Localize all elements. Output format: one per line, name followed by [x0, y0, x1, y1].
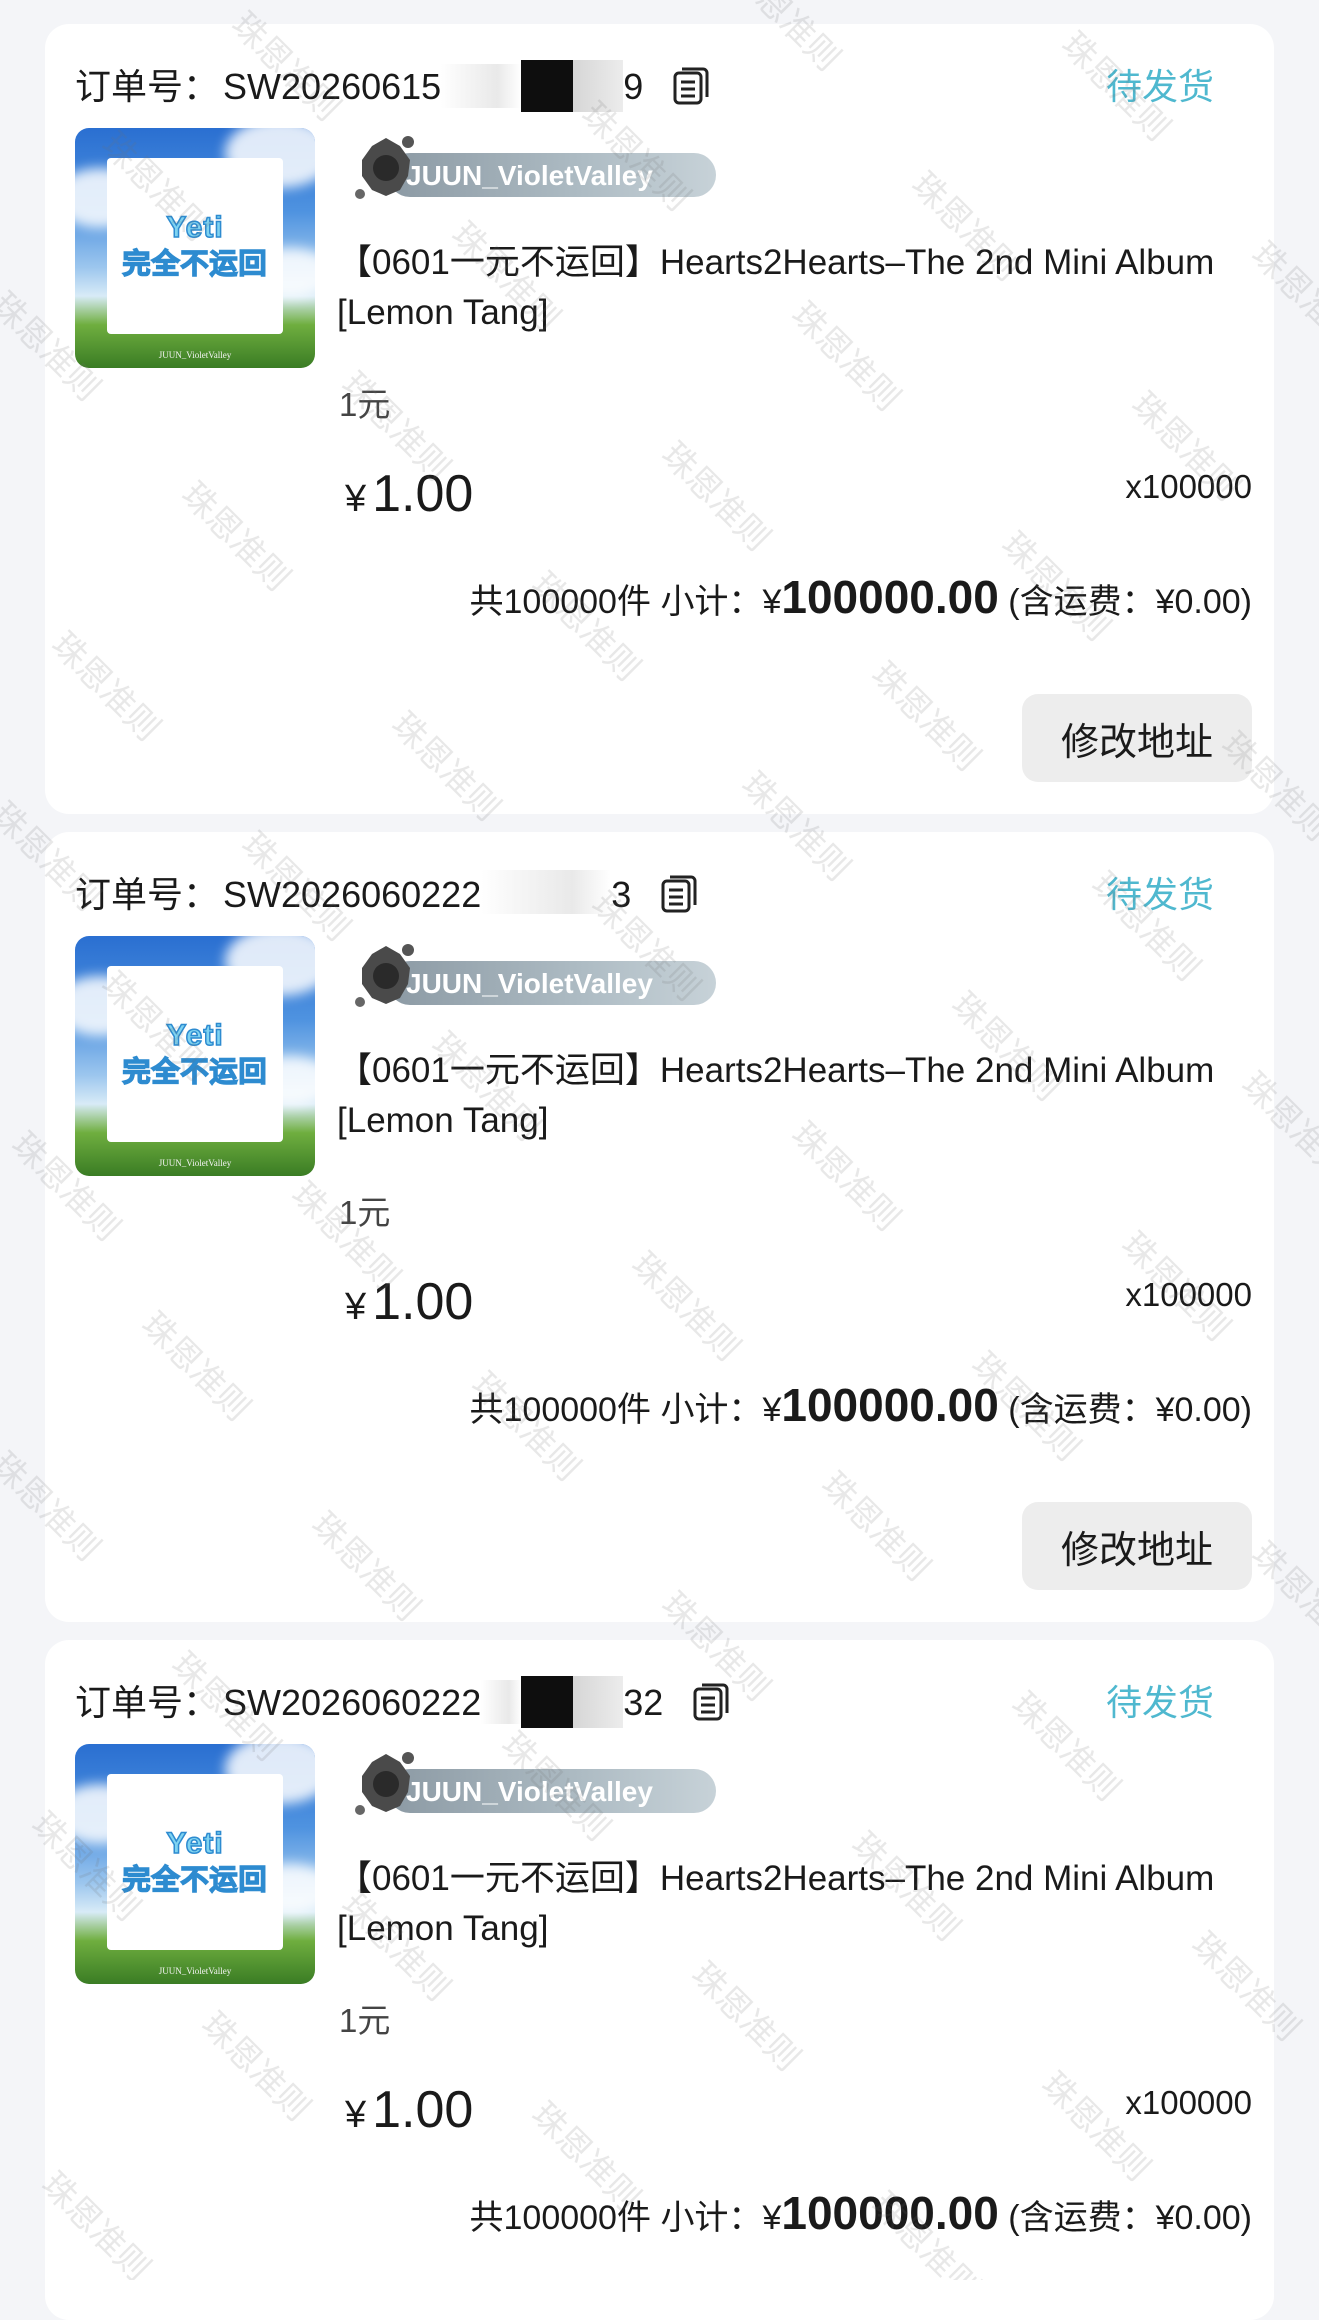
- status-badge: 待发货: [1105, 1682, 1214, 1723]
- price-value: 1.00: [372, 465, 474, 523]
- thumbnail-caption: JUUN_VioletValley: [158, 1966, 232, 1976]
- redaction-mask: [481, 1676, 624, 1729]
- quantity: x100000: [1125, 468, 1252, 505]
- order-number-prefix: SW2026060222: [223, 874, 482, 915]
- order-summary: 共100000件 小计：¥100000.00 (含运费：¥0.00): [470, 570, 1252, 624]
- thumbnail-text: 完全不运回: [122, 247, 268, 280]
- product-title[interactable]: 【0601一元不运回】Hearts2Hearts–The 2nd Mini Al…: [337, 1046, 1217, 1146]
- order-number-suffix: 3: [611, 874, 632, 915]
- copy-icon[interactable]: [691, 1681, 731, 1723]
- product-sku: 1元: [339, 386, 391, 423]
- order-number: 订单号： SW2026060222 3: [75, 866, 699, 923]
- unit-price: ¥1.00: [345, 464, 473, 524]
- order-card: 订单号： SW20260615 9 待发货 Yeti 完全不运回 JUUN_Viol…: [45, 24, 1274, 814]
- shop-pill: JUUN_VioletValley: [388, 1769, 716, 1813]
- price-value: 1.00: [372, 2081, 474, 2139]
- shop-tag[interactable]: JUUN_VioletValley: [350, 132, 716, 202]
- shipping-note: (含运费：¥0.00): [1008, 1391, 1252, 1429]
- order-number: 订单号： SW2026060222 32: [75, 1674, 731, 1731]
- order-header: 订单号： SW2026060222 32 待发货: [75, 1666, 1244, 1729]
- status-badge: 待发货: [1105, 66, 1214, 107]
- product-thumbnail[interactable]: Yeti 完全不运回 JUUN_VioletValley: [75, 128, 315, 368]
- unit-price: ¥1.00: [345, 2080, 473, 2140]
- subtotal-label: 小计：: [660, 2199, 763, 2237]
- thumbnail-caption: JUUN_VioletValley: [158, 350, 232, 360]
- shipping-note: (含运费：¥0.00): [1008, 2199, 1252, 2237]
- order-header: 订单号： SW2026060222 3 待发货: [75, 858, 1244, 918]
- copy-icon[interactable]: [671, 65, 711, 107]
- order-header: 订单号： SW20260615 9 待发货: [75, 50, 1244, 113]
- subtotal-amount: 100000.00: [781, 2187, 999, 2239]
- shop-pill: JUUN_VioletValley: [388, 153, 716, 197]
- shop-name: JUUN_VioletValley: [406, 160, 653, 191]
- item-count: 共100000件: [469, 1391, 651, 1429]
- shop-logo-icon: [355, 944, 414, 1007]
- shop-logo-icon: [355, 136, 414, 199]
- quantity: x100000: [1125, 1276, 1252, 1313]
- unit-price: ¥1.00: [345, 1272, 473, 1332]
- price-currency: ¥: [345, 2094, 367, 2136]
- product-sku: 1元: [339, 1194, 391, 1231]
- item-count: 共100000件: [469, 583, 651, 621]
- order-summary: 共100000件 小计：¥100000.00 (含运费：¥0.00): [470, 1378, 1252, 1432]
- thumbnail-text: 完全不运回: [122, 1055, 268, 1088]
- order-number-prefix: SW2026060222: [223, 1682, 482, 1723]
- product-title[interactable]: 【0601一元不运回】Hearts2Hearts–The 2nd Mini Al…: [337, 1854, 1217, 1954]
- order-number-prefix: SW20260615: [223, 66, 442, 107]
- thumbnail-text: Yeti: [166, 1826, 224, 1861]
- product-thumbnail[interactable]: Yeti 完全不运回 JUUN_VioletValley: [75, 1744, 315, 1984]
- item-count: 共100000件: [469, 2199, 651, 2237]
- order-card: 订单号： SW2026060222 3 待发货 Yeti 完全不运回 JUUN_Vi…: [45, 832, 1274, 1622]
- redaction-mask: [481, 868, 612, 920]
- status-badge: 待发货: [1105, 874, 1214, 915]
- modify-address-button[interactable]: 修改地址: [1022, 1502, 1252, 1590]
- order-number-label: 订单号：: [75, 874, 220, 915]
- thumbnail-cover: Yeti 完全不运回: [107, 966, 283, 1142]
- subtotal-amount: 100000.00: [781, 571, 999, 623]
- order-number: 订单号： SW20260615 9: [75, 58, 711, 115]
- order-summary: 共100000件 小计：¥100000.00 (含运费：¥0.00): [470, 2186, 1252, 2240]
- quantity: x100000: [1125, 2084, 1252, 2121]
- order-number-suffix: 9: [623, 66, 644, 107]
- price-currency: ¥: [345, 1286, 367, 1328]
- thumbnail-text: Yeti: [166, 210, 224, 245]
- order-card: 订单号： SW2026060222 32 待发货 Yeti 完全不运回 JUUN_V…: [45, 1640, 1274, 2320]
- subtotal-currency: ¥: [762, 2199, 782, 2237]
- order-number-label: 订单号：: [75, 1682, 220, 1723]
- price-currency: ¥: [345, 478, 367, 520]
- subtotal-label: 小计：: [660, 1391, 763, 1429]
- subtotal-label: 小计：: [660, 583, 763, 621]
- product-title[interactable]: 【0601一元不运回】Hearts2Hearts–The 2nd Mini Al…: [337, 238, 1217, 338]
- modify-address-button[interactable]: 修改地址: [1022, 694, 1252, 782]
- redaction-mask: [441, 60, 624, 113]
- shop-pill: JUUN_VioletValley: [388, 961, 716, 1005]
- thumbnail-cover: Yeti 完全不运回: [107, 1774, 283, 1950]
- thumbnail-caption: JUUN_VioletValley: [158, 1158, 232, 1168]
- order-number-label: 订单号：: [75, 66, 220, 107]
- shipping-note: (含运费：¥0.00): [1008, 583, 1252, 621]
- thumbnail-text: 完全不运回: [122, 1863, 268, 1896]
- product-sku: 1元: [339, 2002, 391, 2039]
- product-thumbnail[interactable]: Yeti 完全不运回 JUUN_VioletValley: [75, 936, 315, 1176]
- subtotal-currency: ¥: [762, 583, 782, 621]
- subtotal-currency: ¥: [762, 1391, 782, 1429]
- shop-name: JUUN_VioletValley: [406, 1776, 653, 1807]
- shop-name: JUUN_VioletValley: [406, 968, 653, 999]
- shop-logo-icon: [355, 1752, 414, 1815]
- price-value: 1.00: [372, 1273, 474, 1331]
- copy-icon[interactable]: [659, 873, 699, 915]
- shop-tag[interactable]: JUUN_VioletValley: [350, 940, 716, 1010]
- subtotal-amount: 100000.00: [781, 1379, 999, 1431]
- order-number-suffix: 32: [623, 1682, 664, 1723]
- thumbnail-text: Yeti: [166, 1018, 224, 1053]
- shop-tag[interactable]: JUUN_VioletValley: [350, 1748, 716, 1818]
- thumbnail-cover: Yeti 完全不运回: [107, 158, 283, 334]
